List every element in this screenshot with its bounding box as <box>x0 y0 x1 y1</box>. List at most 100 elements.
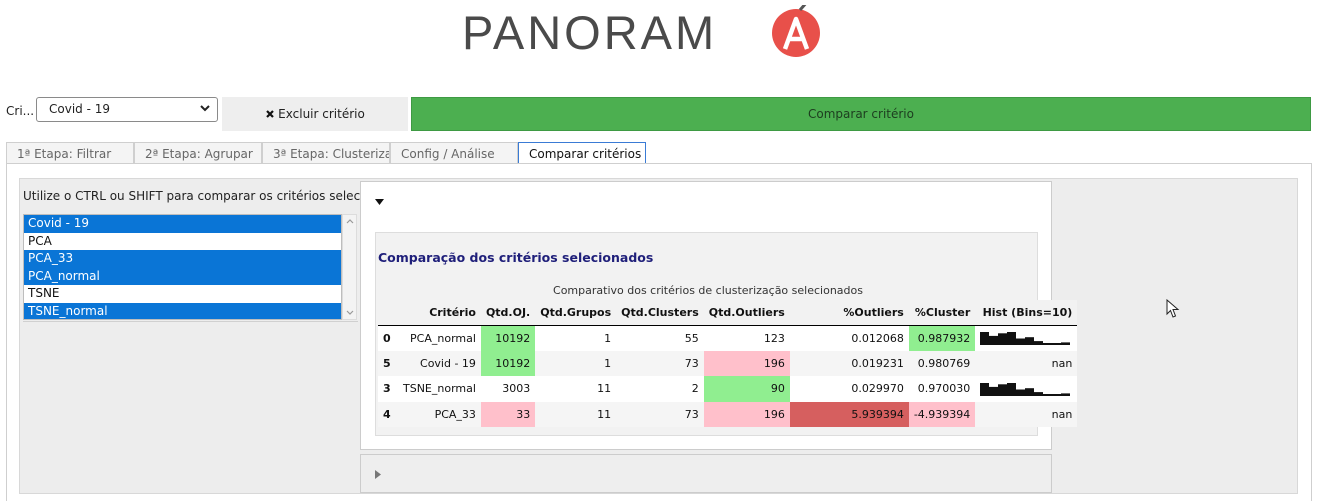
delete-criterion-label: Excluir critério <box>278 107 365 121</box>
histogram-bar <box>1052 393 1062 396</box>
histogram-bar <box>1034 341 1044 345</box>
caret-right-icon[interactable] <box>375 470 381 479</box>
histogram-sparkline <box>980 332 1071 345</box>
cell-hist <box>975 376 1078 402</box>
list-item[interactable]: PCA_normal <box>24 267 341 285</box>
close-icon <box>266 110 274 118</box>
table-caption: Comparativo dos critérios de clusterizaç… <box>553 284 863 297</box>
cell-pct-outliers: 0.019231 <box>789 350 909 376</box>
criteria-list-hint: Utilize o CTRL ou SHIFT para comparar os… <box>23 189 408 203</box>
table-row: 5 Covid - 19 10192 1 73 196 0.019231 0.9… <box>378 350 1078 376</box>
histogram-bar <box>1052 343 1062 345</box>
list-item[interactable]: PCA <box>24 233 341 251</box>
cell-qtd-outliers: 196 <box>703 350 790 376</box>
cell-criterio: TSNE_normal <box>398 376 481 402</box>
histogram-bar <box>1025 387 1035 396</box>
histogram-bar <box>1043 343 1053 345</box>
cell-pct-cluster: -4.939394 <box>908 401 976 427</box>
cell-criterio: Covid - 19 <box>398 350 481 376</box>
histogram-bar <box>989 335 999 345</box>
histogram-bar <box>980 382 990 396</box>
cell-hist: nan <box>975 350 1078 376</box>
list-item[interactable]: TSNE <box>24 285 341 303</box>
logo-wordmark: PANORAM <box>462 6 718 59</box>
tab-agrupar[interactable]: 2ª Etapa: Agrupar <box>134 142 262 164</box>
list-scrollbar[interactable] <box>342 214 357 320</box>
tab-bar: 1ª Etapa: Filtrar 2ª Etapa: Agrupar 3ª E… <box>6 142 646 164</box>
list-divider <box>23 321 358 322</box>
cell-qtd-clusters: 73 <box>616 401 704 427</box>
tab-filtrar[interactable]: 1ª Etapa: Filtrar <box>6 142 134 164</box>
cell-qtd-clusters: 2 <box>616 376 704 402</box>
chevron-up-icon[interactable] <box>346 218 354 224</box>
logo-a-mark-icon <box>772 5 820 57</box>
tab-clusterizar[interactable]: 3ª Etapa: Clusterizar <box>262 142 390 164</box>
criteria-select[interactable]: Covid - 19 <box>36 97 218 122</box>
col-header-qtd-clusters: Qtd.Clusters <box>616 300 704 326</box>
histogram-bar <box>1016 389 1026 396</box>
tab-config-analise[interactable]: Config / Análise <box>390 142 518 164</box>
histogram-bar <box>1034 391 1044 396</box>
col-header-hist: Hist (Bins=10) <box>975 300 1078 326</box>
chevron-down-icon[interactable] <box>346 310 354 316</box>
histogram-bar <box>1016 338 1026 345</box>
delete-criterion-button[interactable]: Excluir critério <box>222 97 408 131</box>
comparison-table: Critério Qtd.OJ. Qtd.Grupos Qtd.Clusters… <box>378 300 1078 427</box>
cell-criterio: PCA_normal <box>398 325 481 351</box>
cell-pct-cluster: 0.987932 <box>908 325 976 351</box>
criteria-label: Cri... <box>6 104 35 118</box>
histogram-bar <box>1061 393 1071 396</box>
cell-qtd-outliers: 90 <box>703 376 790 402</box>
col-header-qtd-oj: Qtd.OJ. <box>480 300 536 326</box>
list-item[interactable]: PCA_33 <box>24 250 341 268</box>
panorama-logo: PANORAM <box>462 5 822 59</box>
histogram-bar <box>1061 342 1071 345</box>
comparison-title: Comparação dos critérios selecionados <box>378 250 654 265</box>
cell-qtd-grupos: 1 <box>535 350 617 376</box>
table-header-row: Critério Qtd.OJ. Qtd.Grupos Qtd.Clusters… <box>378 300 1078 326</box>
col-header-index <box>378 300 398 326</box>
cell-qtd-oj: 33 <box>480 401 536 427</box>
criteria-select-value: Covid - 19 <box>49 102 111 116</box>
cell-qtd-clusters: 55 <box>616 325 704 351</box>
cell-index: 4 <box>378 401 398 427</box>
table-row: 3 TSNE_normal 3003 11 2 90 0.029970 0.97… <box>378 376 1078 402</box>
cell-qtd-oj: 3003 <box>480 376 536 402</box>
col-header-pct-outliers: %Outliers <box>789 300 909 326</box>
list-item[interactable]: TSNE_normal <box>24 302 341 319</box>
cell-hist: nan <box>975 401 1078 427</box>
col-header-pct-cluster: %Cluster <box>908 300 976 326</box>
cell-pct-cluster: 0.970030 <box>908 376 976 402</box>
histogram-bar <box>1007 382 1017 396</box>
cell-qtd-outliers: 196 <box>703 401 790 427</box>
histogram-bar <box>998 384 1008 396</box>
histogram-bar <box>989 386 999 396</box>
caret-down-icon[interactable] <box>375 199 384 205</box>
cell-qtd-oj: 10192 <box>480 350 536 376</box>
histogram-bar <box>980 332 990 345</box>
cell-pct-outliers: 0.029970 <box>789 376 909 402</box>
cell-index: 3 <box>378 376 398 402</box>
compare-criteria-label: Comparar critério <box>808 107 914 121</box>
col-header-qtd-outliers: Qtd.Outliers <box>703 300 790 326</box>
mouse-cursor-icon <box>1166 299 1180 318</box>
cell-index: 0 <box>378 325 398 351</box>
histogram-bar <box>998 333 1008 345</box>
cell-pct-outliers: 5.939394 <box>789 401 909 427</box>
tab-comparar-criterios[interactable]: Comparar critérios <box>518 142 646 164</box>
chevron-down-icon <box>200 105 210 112</box>
cell-index: 5 <box>378 350 398 376</box>
criteria-multiselect[interactable]: Covid - 19 PCA PCA_33 PCA_normal TSNE TS… <box>23 214 342 320</box>
cell-qtd-oj: 10192 <box>480 325 536 351</box>
col-header-criterio: Critério <box>398 300 481 326</box>
list-item[interactable]: Covid - 19 <box>24 215 341 233</box>
cell-qtd-outliers: 123 <box>703 325 790 351</box>
accordion-collapsed[interactable] <box>360 454 1052 493</box>
cell-pct-outliers: 0.012068 <box>789 325 909 351</box>
histogram-bar <box>1043 393 1053 396</box>
cell-criterio: PCA_33 <box>398 401 481 427</box>
col-header-qtd-grupos: Qtd.Grupos <box>535 300 617 326</box>
histogram-bar <box>1025 337 1035 345</box>
cell-qtd-grupos: 1 <box>535 325 617 351</box>
compare-criteria-button[interactable]: Comparar critério <box>411 97 1311 131</box>
